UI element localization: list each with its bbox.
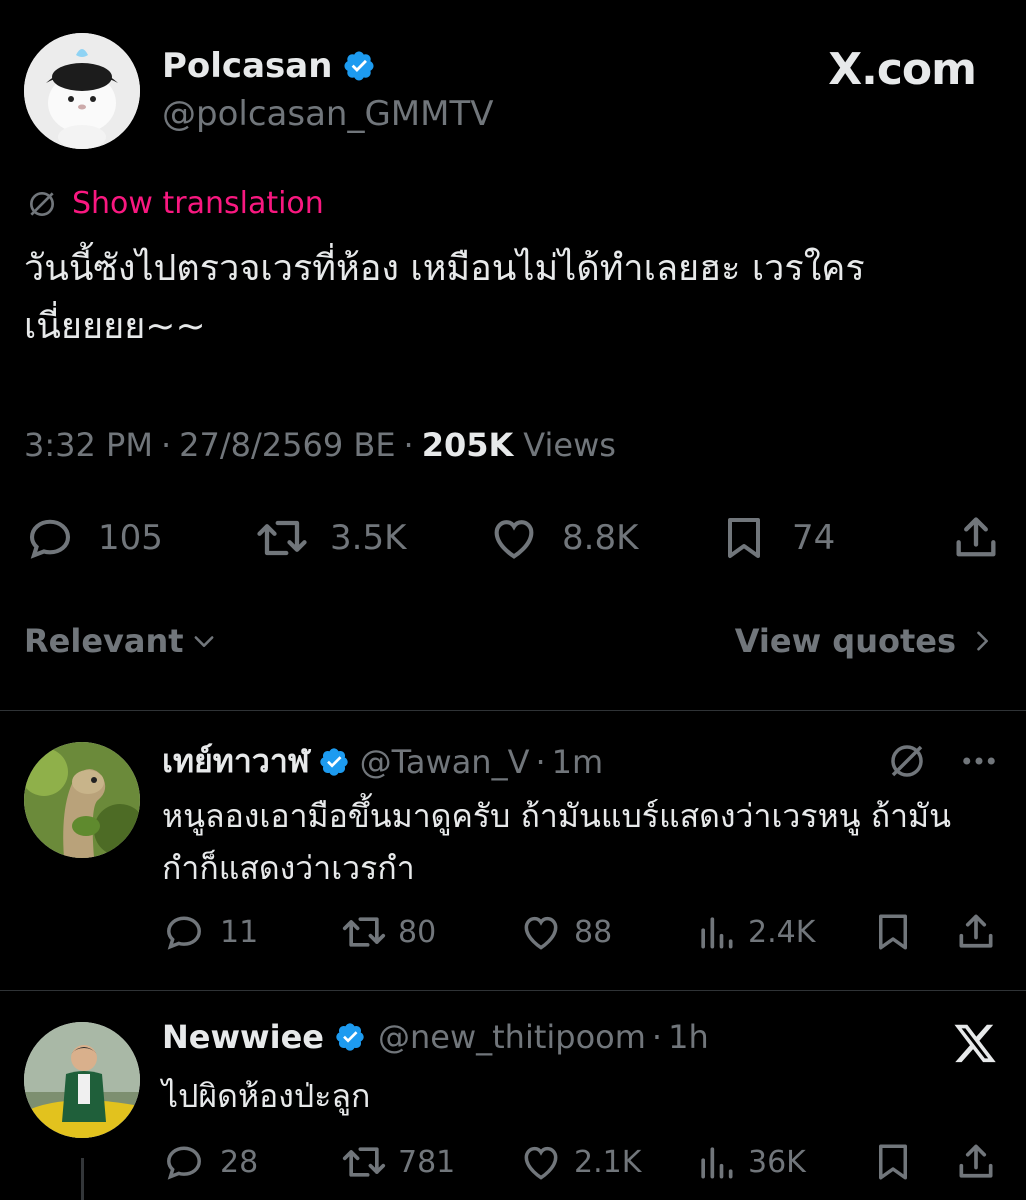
show-translation-link[interactable]: Show translation — [72, 186, 324, 221]
reply-time[interactable]: 1h — [668, 1018, 709, 1056]
sort-dropdown[interactable]: Relevant — [24, 622, 218, 660]
share-icon[interactable] — [954, 1140, 998, 1184]
tweet-text: วันนี้ซังไปตรวจเวรที่ห้อง เหมือนไม่ได้ทำ… — [24, 248, 865, 347]
meta-separator: · — [651, 1018, 663, 1056]
more-options-icon[interactable] — [958, 740, 1000, 782]
analytics-icon — [701, 917, 733, 949]
thread-line — [81, 1158, 84, 1200]
x-com-logo: X.com — [828, 44, 977, 95]
views-button[interactable]: 36K — [694, 1140, 806, 1184]
share-icon[interactable] — [954, 910, 998, 954]
share-icon — [956, 517, 996, 557]
reply-author-name[interactable]: เทย์ทาวาฬ — [162, 736, 310, 787]
repost-button[interactable]: 80 — [338, 910, 436, 954]
reply-button[interactable]: 105 — [24, 512, 163, 564]
author-avatar[interactable] — [24, 33, 140, 149]
reply-divider — [0, 990, 1026, 991]
reply-time[interactable]: 1m — [552, 743, 604, 781]
views-count: 36K — [748, 1144, 806, 1180]
meta-separator: · — [535, 742, 546, 781]
view-quotes-link[interactable]: View quotes — [735, 622, 996, 660]
like-count: 88 — [574, 914, 613, 950]
reply-count: 28 — [220, 1144, 259, 1180]
bookmark-icon[interactable] — [872, 910, 914, 954]
repost-button[interactable]: 781 — [338, 1140, 455, 1184]
reply-author-handle[interactable]: @Tawan_V — [360, 743, 530, 781]
tweet-meta: 3:32 PM · 27/8/2569 BE · 205K Views — [24, 426, 616, 464]
repost-count: 80 — [398, 914, 437, 950]
bookmark-icon — [728, 518, 760, 558]
heart-icon — [494, 520, 534, 559]
bookmark-icon[interactable] — [872, 1140, 914, 1184]
tweet-time[interactable]: 3:32 PM — [24, 426, 153, 464]
repost-button[interactable]: 3.5K — [252, 512, 406, 564]
like-button[interactable]: 2.1K — [518, 1140, 641, 1184]
translate-globe-icon — [30, 191, 54, 216]
views-label: Views — [523, 426, 616, 464]
x-logo-icon — [954, 1024, 996, 1063]
translate-globe-icon[interactable] — [886, 740, 928, 782]
person-avatar-icon — [24, 1022, 140, 1138]
reply-text: หนูลองเอามือขึ้นมาดูครับ ถ้ามันแบร์แสดงว… — [162, 797, 952, 887]
translation-row[interactable]: Show translation — [26, 186, 324, 221]
like-button[interactable]: 88 — [518, 910, 612, 954]
heart-icon — [524, 916, 558, 950]
author-name[interactable]: Polcasan — [162, 46, 332, 86]
reply-button[interactable]: 28 — [162, 1140, 258, 1184]
bookmark-button[interactable]: 74 — [720, 512, 835, 564]
author-name-row: Polcasan — [162, 46, 376, 86]
reply-icon — [167, 1146, 201, 1180]
reply-count: 11 — [220, 914, 259, 950]
analytics-icon — [701, 1147, 733, 1179]
mascot-avatar-icon — [24, 33, 140, 149]
author-handle[interactable]: @polcasan_GMMTV — [162, 94, 494, 134]
chevron-right-icon — [977, 631, 988, 651]
like-count: 8.8K — [562, 518, 639, 558]
like-button[interactable]: 8.8K — [486, 512, 638, 564]
views-count: 205K — [421, 426, 514, 464]
repost-icon — [342, 1147, 386, 1177]
verified-badge-icon — [336, 1023, 364, 1051]
reply-text: ไปผิดห้องป่ะลูก — [162, 1077, 371, 1115]
share-button[interactable] — [950, 512, 1002, 564]
bookmark-count: 74 — [792, 518, 836, 558]
like-count: 2.1K — [574, 1144, 642, 1180]
tweet-date[interactable]: 27/8/2569 BE — [179, 426, 395, 464]
dinosaur-avatar-icon — [24, 742, 140, 858]
sort-label: Relevant — [24, 622, 184, 660]
verified-badge-icon — [319, 747, 348, 776]
reply-icon — [29, 519, 71, 559]
reply-header: เทย์ทาวาฬ @Tawan_V · 1m — [162, 736, 603, 787]
reply-header: Newwiee @new_thitipoom · 1h — [162, 1018, 709, 1056]
heart-icon — [524, 1146, 558, 1180]
repost-count: 3.5K — [330, 518, 407, 558]
chevron-down-icon — [194, 636, 213, 647]
reply-author-handle[interactable]: @new_thitipoom — [378, 1018, 646, 1056]
repost-icon — [257, 520, 307, 556]
view-quotes-label: View quotes — [734, 622, 956, 660]
reply-author-name[interactable]: Newwiee — [162, 1018, 324, 1056]
reply-avatar[interactable] — [24, 742, 140, 858]
views-button[interactable]: 2.4K — [694, 910, 815, 954]
reply-count: 105 — [98, 518, 163, 558]
repost-icon — [342, 917, 386, 947]
meta-separator: · — [403, 426, 414, 464]
reply-icon — [167, 916, 201, 950]
views-count: 2.4K — [748, 914, 816, 950]
repost-count: 781 — [398, 1144, 456, 1180]
reply-button[interactable]: 11 — [162, 910, 258, 954]
meta-separator: · — [160, 426, 172, 464]
verified-badge-icon — [344, 51, 374, 81]
section-divider — [0, 710, 1026, 711]
reply-avatar[interactable] — [24, 1022, 140, 1138]
